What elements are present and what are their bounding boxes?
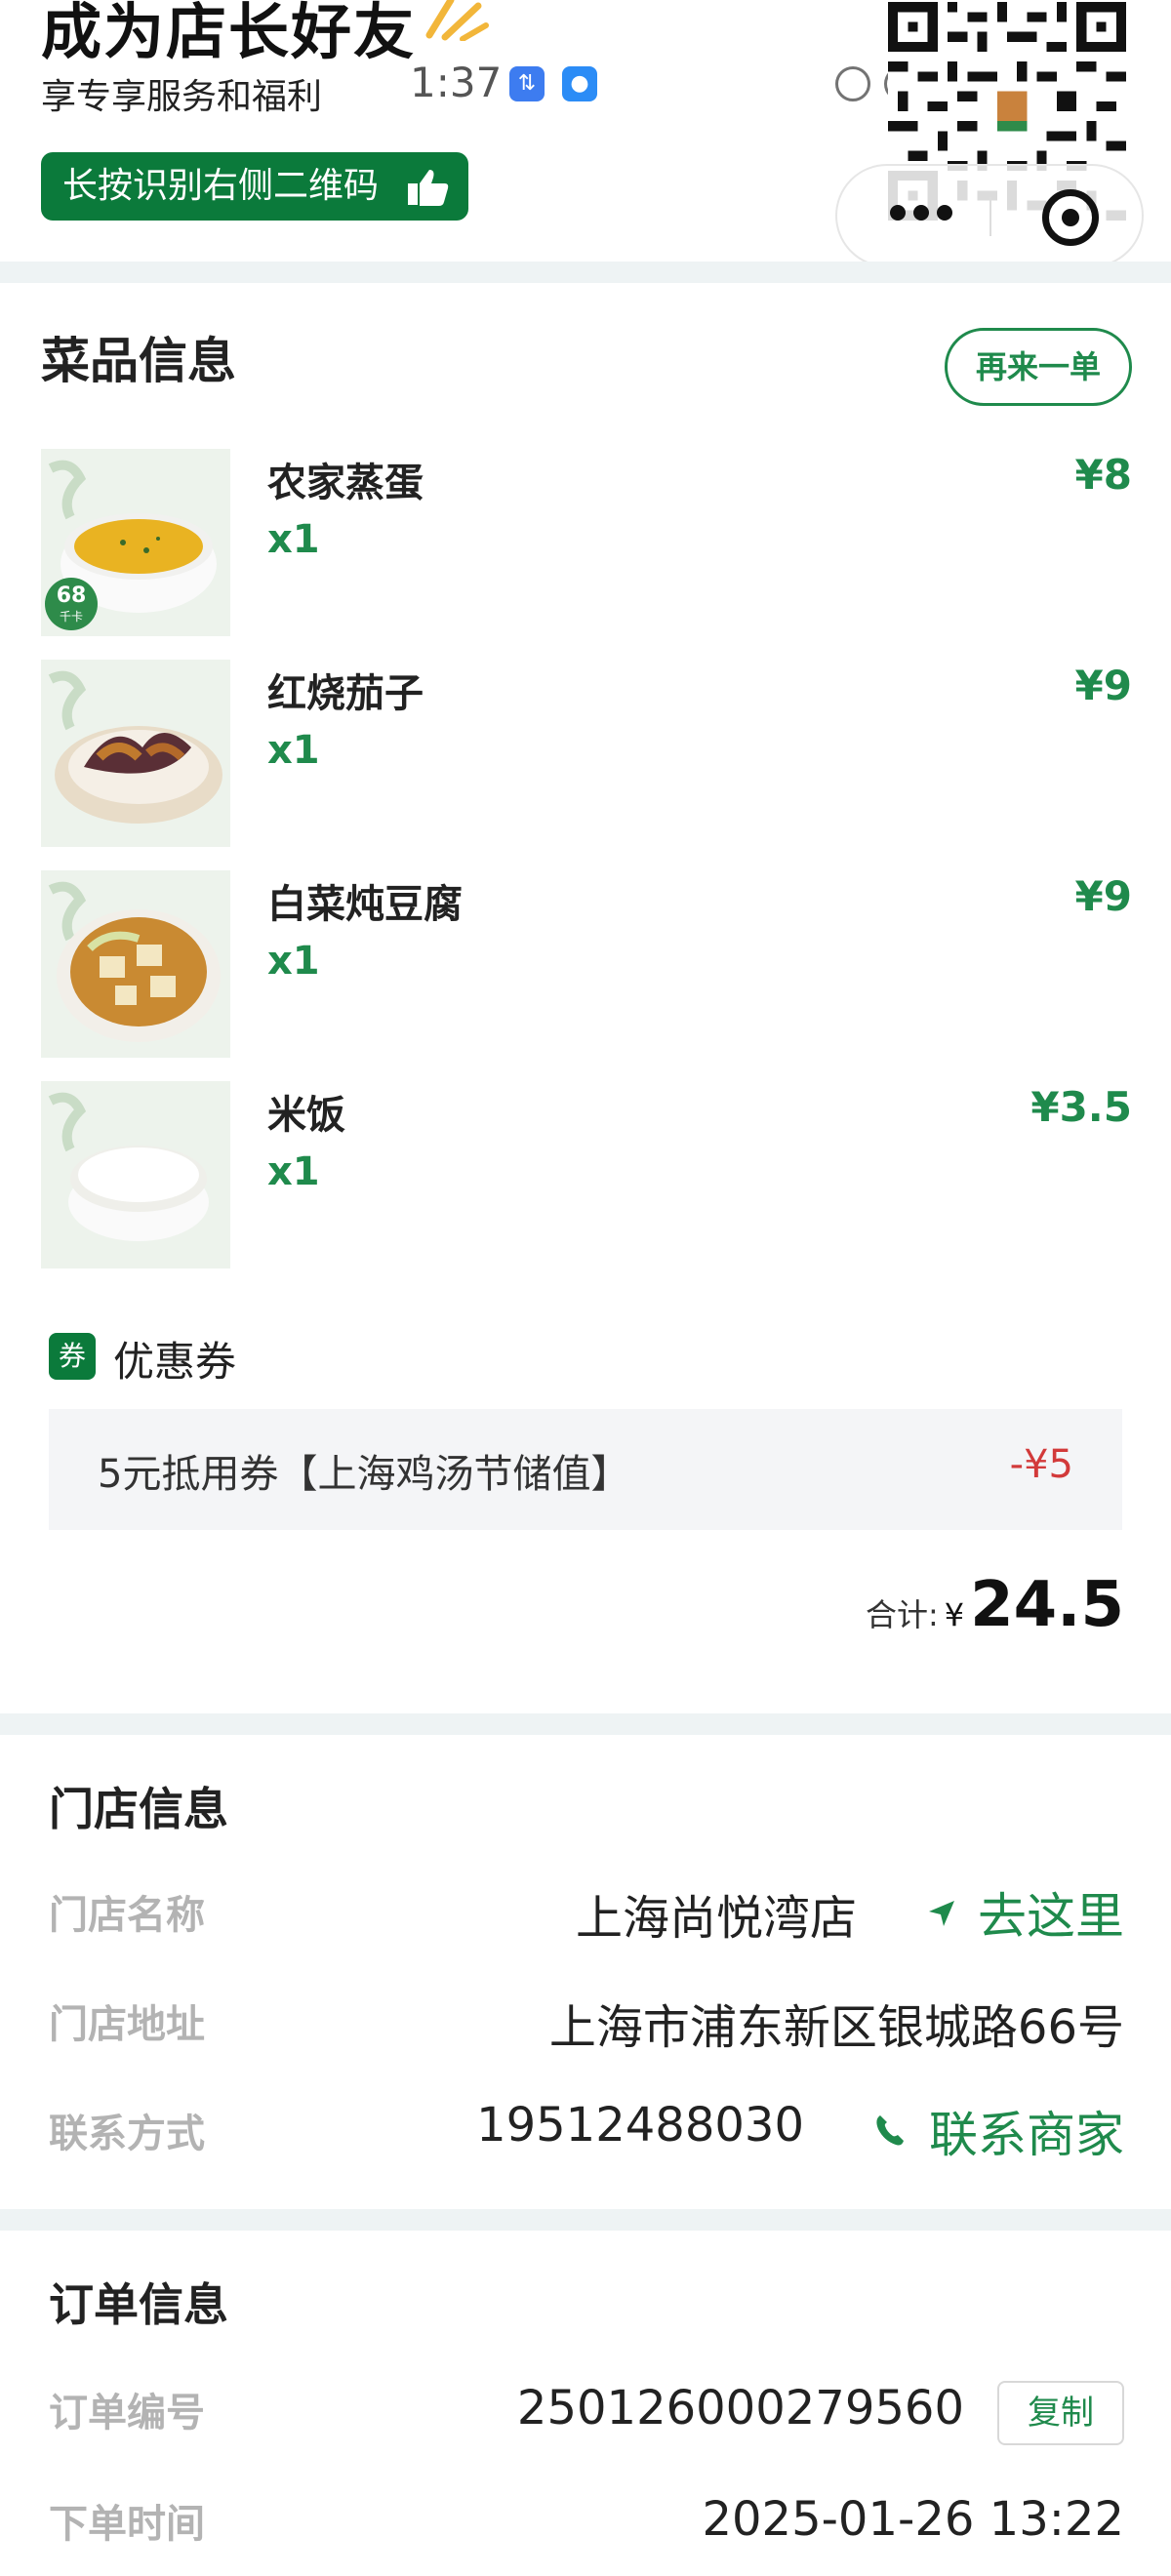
- miniprogram-capsule: [835, 164, 1144, 262]
- order-detail-page: 成为店长好友 享专享服务和福利 1:37 ⇅ ● 长按识别右侧二维码 菜品信息 …: [0, 0, 1171, 2576]
- dish-quantity: x1: [267, 517, 320, 562]
- order-total: 合计: ¥ 24.5: [866, 1569, 1124, 1641]
- total-currency: ¥: [944, 1596, 965, 1633]
- dish-price: ¥8: [1074, 451, 1132, 499]
- data-transfer-icon: ⇅: [509, 66, 545, 101]
- dish-price: ¥9: [1074, 872, 1132, 920]
- dish-item: 白菜炖豆腐 x1 ¥9: [41, 870, 1132, 1058]
- dish-name: 白菜炖豆腐: [267, 882, 463, 927]
- dish-name: 红烧茄子: [267, 671, 424, 716]
- section-divider: [0, 2209, 1171, 2231]
- scan-qr-hint-button[interactable]: 长按识别右侧二维码: [41, 152, 468, 221]
- dishes-section-title: 菜品信息: [41, 333, 236, 389]
- banner-subtitle: 享专享服务和福利: [41, 77, 323, 117]
- dish-item: 红烧茄子 x1 ¥9: [41, 660, 1132, 847]
- dish-name: 农家蒸蛋: [267, 461, 424, 505]
- scan-qr-hint-label: 长按识别右侧二维码: [62, 166, 380, 206]
- dish-price: ¥3.5: [1030, 1083, 1132, 1131]
- thumbs-right-icon: [408, 170, 449, 206]
- store-section-title: 门店信息: [49, 1783, 228, 1835]
- dish-item: 米饭 x1 ¥3.5: [41, 1081, 1132, 1268]
- dish-quantity: x1: [267, 939, 320, 984]
- order-section-title: 订单信息: [49, 2278, 228, 2331]
- dish-name: 米饭: [267, 1093, 345, 1138]
- reorder-button[interactable]: 再来一单: [945, 328, 1132, 406]
- coupon-name: 5元抵用券【上海鸡汤节储值】: [98, 1452, 630, 1497]
- dish-image-rice: [41, 1081, 230, 1268]
- sparkle-icon: [425, 0, 489, 41]
- banner-title: 成为店长好友: [41, 0, 417, 67]
- phone-icon: [876, 2115, 904, 2146]
- coupon-row: 5元抵用券【上海鸡汤节储值】 -¥5: [49, 1409, 1122, 1530]
- store-address-label: 门店地址: [49, 2002, 205, 2047]
- calorie-badge: 68 千卡: [45, 578, 98, 630]
- order-number-label: 订单编号: [49, 2391, 205, 2435]
- store-friend-banner: 成为店长好友 享专享服务和福利 1:37 ⇅ ● 长按识别右侧二维码: [0, 0, 1171, 262]
- navigate-to-store-link[interactable]: 去这里: [978, 1877, 1124, 1948]
- contact-label: 联系方式: [49, 2112, 205, 2156]
- message-icon: ●: [562, 66, 597, 101]
- coupon-tag-icon: 券: [49, 1333, 96, 1380]
- dish-image-braised-eggplant: [41, 660, 230, 847]
- navigate-arrow-icon: [929, 1901, 954, 1926]
- status-time: 1:37: [410, 59, 503, 106]
- total-label: 合计:: [865, 1596, 939, 1633]
- store-name-label: 门店名称: [49, 1893, 205, 1938]
- dish-image-cabbage-tofu: [41, 870, 230, 1058]
- close-miniprogram-button[interactable]: [1042, 189, 1099, 246]
- dish-image-steamed-egg: 68 千卡: [41, 449, 230, 636]
- copy-order-number-button[interactable]: 复制: [997, 2381, 1124, 2445]
- store-address: 上海市浦东新区银城路66号: [548, 2000, 1124, 2055]
- nfc-icon: [835, 66, 870, 101]
- coupon-title: 优惠券: [113, 1338, 237, 1386]
- more-options-button[interactable]: [890, 205, 952, 228]
- dish-price: ¥9: [1074, 662, 1132, 709]
- dish-quantity: x1: [267, 1149, 320, 1194]
- total-value: 24.5: [970, 1569, 1124, 1641]
- order-time-label: 下单时间: [49, 2502, 205, 2547]
- dish-quantity: x1: [267, 728, 320, 773]
- contact-merchant-link[interactable]: 联系商家: [929, 2096, 1124, 2166]
- store-phone: 19512488030: [476, 2098, 804, 2153]
- section-divider: [0, 1713, 1171, 1735]
- order-time: 2025-01-26 13:22: [702, 2492, 1124, 2547]
- coupon-discount: -¥5: [1009, 1442, 1073, 1487]
- store-name: 上海尚悦湾店: [575, 1891, 857, 1946]
- section-divider: [0, 262, 1171, 283]
- dish-item: 68 千卡 农家蒸蛋 x1 ¥8: [41, 449, 1132, 636]
- order-number: 250126000279560: [516, 2381, 964, 2435]
